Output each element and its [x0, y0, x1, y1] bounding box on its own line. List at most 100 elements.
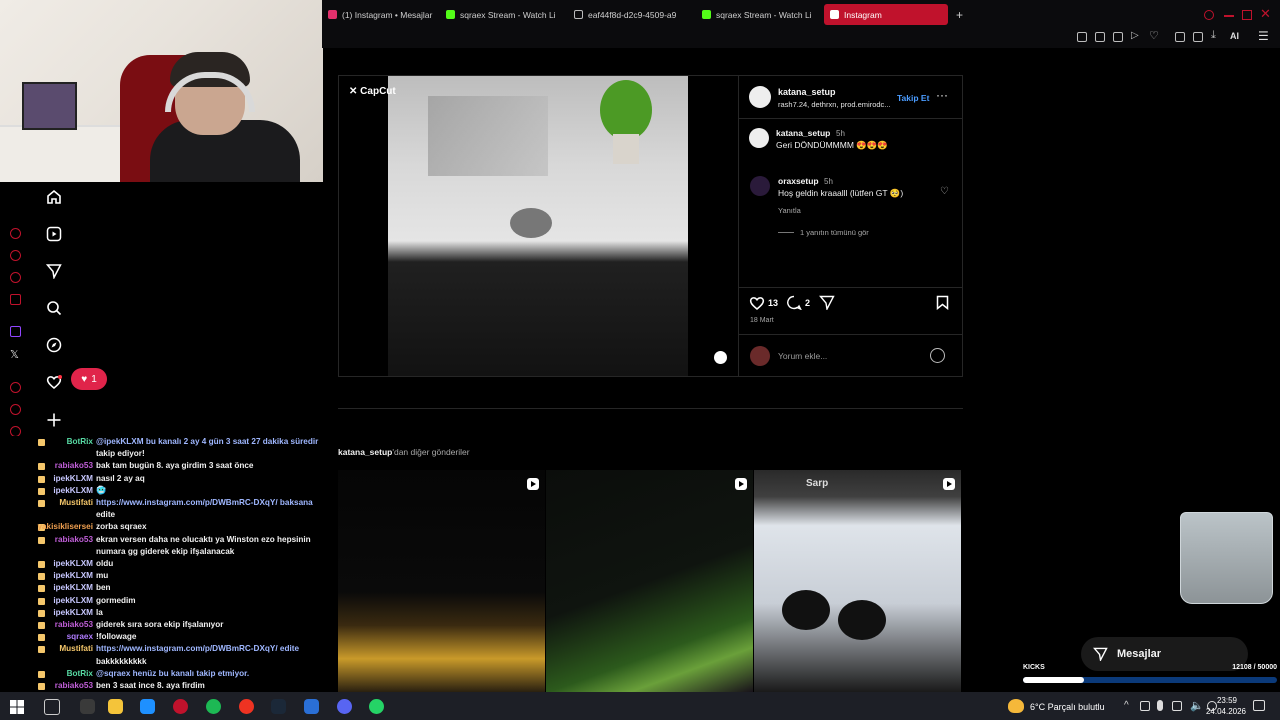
comment-like-icon[interactable]: ♡: [940, 186, 949, 197]
reels-icon[interactable]: [45, 225, 63, 243]
author-avatar[interactable]: [749, 86, 771, 108]
close-icon[interactable]: ✕: [1260, 6, 1271, 22]
explore-icon[interactable]: [45, 336, 63, 354]
messenger-icon[interactable]: [10, 272, 21, 283]
play-icon[interactable]: ▷: [1131, 30, 1141, 41]
chat-username[interactable]: Mustifati: [59, 643, 93, 655]
extensions-icon[interactable]: [1175, 32, 1185, 42]
chat-username[interactable]: ipekKLXM: [53, 485, 93, 497]
search-icon[interactable]: [45, 299, 63, 317]
whatsapp-icon[interactable]: [369, 699, 384, 714]
microphone-icon[interactable]: [1157, 700, 1163, 711]
shield-icon[interactable]: [1113, 32, 1123, 42]
comment-user[interactable]: oraxsetup: [778, 176, 819, 186]
clock-date[interactable]: 24.04.2026: [1202, 707, 1250, 716]
app-blue-icon[interactable]: [304, 699, 319, 714]
direct-icon[interactable]: [45, 262, 63, 280]
heart-icon[interactable]: ♡: [1149, 29, 1159, 42]
shopping-icon[interactable]: [10, 250, 21, 261]
chat-username[interactable]: ipekKLXM: [53, 570, 93, 582]
post-thumbnail-3[interactable]: Sarp: [754, 470, 961, 692]
ai-button[interactable]: AI: [1230, 31, 1239, 41]
follow-button[interactable]: Takip Et: [897, 93, 929, 103]
home-icon[interactable]: [45, 188, 63, 206]
maximize-icon[interactable]: [1242, 10, 1252, 20]
network-icon[interactable]: [1172, 701, 1182, 711]
clock-icon[interactable]: [10, 404, 21, 415]
edge-icon[interactable]: [140, 699, 155, 714]
speed-dial-icon[interactable]: [10, 228, 21, 239]
steam-icon[interactable]: [271, 699, 286, 714]
new-tab-button[interactable]: +: [950, 4, 966, 25]
search-tabs-icon[interactable]: [1204, 10, 1214, 20]
post-thumbnail-1[interactable]: [338, 470, 545, 692]
chat-username[interactable]: rabiako53: [55, 619, 93, 631]
create-icon[interactable]: [45, 411, 63, 429]
discord-icon[interactable]: [337, 699, 352, 714]
chat-username[interactable]: sqraex: [67, 631, 93, 643]
tab-kick-stream-1[interactable]: sqraex Stream - Watch Li: [440, 4, 568, 25]
chat-username[interactable]: ipekKLXM: [53, 582, 93, 594]
file-explorer-icon[interactable]: [108, 699, 123, 714]
chrome-icon[interactable]: [239, 699, 254, 714]
caption-avatar[interactable]: [749, 128, 769, 148]
screenshot-icon[interactable]: [1095, 32, 1105, 42]
tab-kick-stream-2[interactable]: sqraex Stream - Watch Li: [696, 4, 824, 25]
chat-username[interactable]: ipekKLXM: [53, 473, 93, 485]
x-twitter-icon[interactable]: 𝕏: [10, 348, 19, 361]
weather-icon[interactable]: [1008, 699, 1024, 713]
chat-username[interactable]: ipekKLXM: [53, 595, 93, 607]
chevron-up-icon[interactable]: ^: [1124, 700, 1129, 711]
comment-input[interactable]: Yorum ekle...: [778, 351, 827, 361]
tab-document[interactable]: eaf44f8d-d2c9-4509-a9: [568, 4, 696, 25]
app-icon[interactable]: [80, 699, 95, 714]
chat-username[interactable]: rabiako53: [55, 534, 93, 546]
view-replies-button[interactable]: 1 yanıtın tümünü gör: [800, 228, 869, 237]
notification-badge[interactable]: ♥ 1: [71, 368, 107, 390]
task-view-icon[interactable]: [44, 699, 60, 715]
emoji-icon[interactable]: [930, 348, 945, 363]
audio-toggle-icon[interactable]: [714, 351, 727, 364]
cup-overlay: [1180, 512, 1273, 604]
notification-center-icon[interactable]: [1253, 700, 1265, 711]
chat-username[interactable]: Mustifati: [59, 497, 93, 509]
notifications-icon[interactable]: [45, 373, 63, 391]
commenter-avatar[interactable]: [750, 176, 770, 196]
tab-instagram-active[interactable]: Instagram: [824, 4, 948, 25]
share-icon[interactable]: [818, 295, 835, 315]
gmail-icon[interactable]: [10, 294, 21, 305]
bookmark-icon[interactable]: [1077, 32, 1087, 42]
comment-icon[interactable]: [786, 295, 802, 315]
clock-time[interactable]: 23:59: [1212, 696, 1242, 705]
like-icon[interactable]: [749, 295, 765, 315]
menu-icon[interactable]: ☰: [1258, 29, 1269, 43]
minimize-icon[interactable]: [1224, 15, 1234, 17]
post-video-frame[interactable]: [388, 76, 688, 376]
thumbnail-caption: Sarp: [806, 478, 829, 489]
post-author[interactable]: katana_setup: [778, 87, 836, 97]
more-options-icon[interactable]: ···: [936, 88, 948, 102]
chat-username[interactable]: BotRix: [67, 668, 93, 680]
start-icon[interactable]: [10, 700, 24, 714]
caption-user[interactable]: katana_setup: [776, 128, 830, 138]
twitch-icon[interactable]: [10, 326, 21, 337]
weather-text[interactable]: 6°C Parçalı bulutlu: [1030, 702, 1105, 712]
save-icon[interactable]: [936, 295, 949, 315]
chat-username[interactable]: ipekKLXM: [53, 558, 93, 570]
post-audio[interactable]: rash7.24, dethrxn, prod.emirodc...: [778, 100, 891, 109]
chat-username[interactable]: rabiako53: [55, 680, 93, 692]
chat-username[interactable]: rabiako53: [55, 460, 93, 472]
chat-username[interactable]: BotRix: [67, 436, 93, 448]
history-icon[interactable]: [10, 382, 21, 393]
wallet-icon[interactable]: [1193, 32, 1203, 42]
opera-gx-icon[interactable]: [173, 699, 188, 714]
spotify-icon[interactable]: [206, 699, 221, 714]
post-thumbnail-2[interactable]: [546, 470, 753, 692]
tab-instagram-messages[interactable]: (1) Instagram • Mesajlar: [322, 4, 440, 25]
tray-icon[interactable]: [1140, 701, 1150, 711]
chat-username[interactable]: ipekKLXM: [53, 607, 93, 619]
chat-username[interactable]: yakisiklisersei: [37, 521, 93, 533]
download-icon[interactable]: ⤓: [1211, 29, 1221, 41]
reply-button[interactable]: Yanıtla: [778, 206, 801, 215]
more-posts-user[interactable]: katana_setup: [338, 447, 392, 457]
